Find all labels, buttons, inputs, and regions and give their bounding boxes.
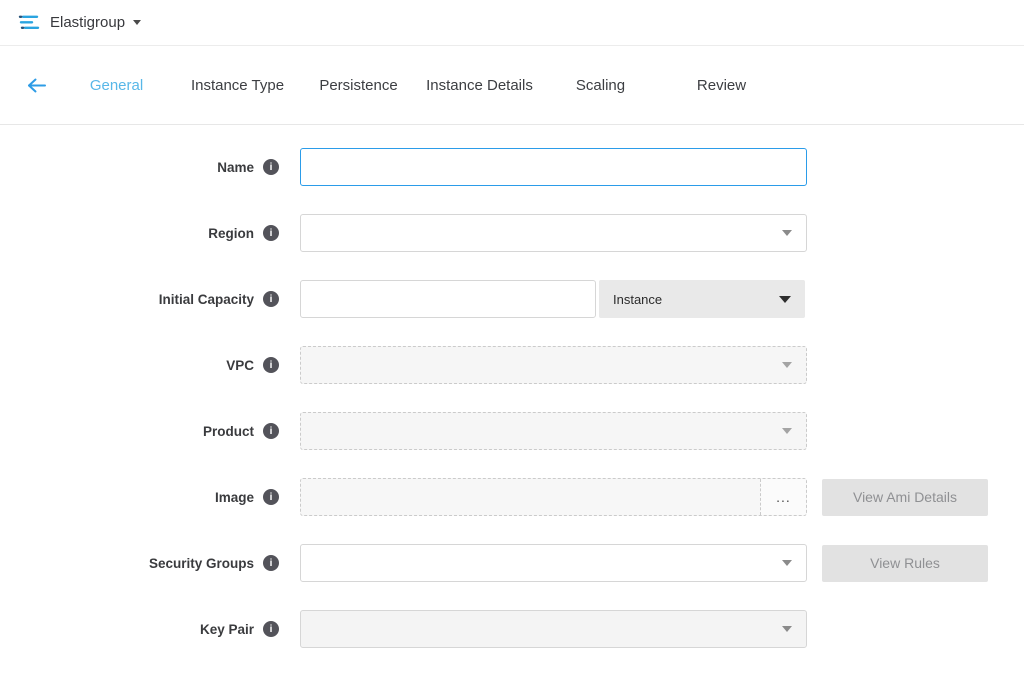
product-label: Product bbox=[203, 424, 254, 439]
vpc-label: VPC bbox=[226, 358, 254, 373]
info-icon[interactable]: i bbox=[263, 159, 279, 175]
tab-instance-details[interactable]: Instance Details bbox=[419, 77, 540, 94]
tab-review[interactable]: Review bbox=[661, 77, 782, 94]
image-browse-button[interactable]: ... bbox=[760, 479, 806, 515]
image-label: Image bbox=[215, 490, 254, 505]
info-icon[interactable]: i bbox=[263, 555, 279, 571]
tab-general[interactable]: General bbox=[56, 77, 177, 94]
info-icon[interactable]: i bbox=[263, 489, 279, 505]
elastigroup-logo-icon bbox=[18, 14, 40, 31]
form-row-initial-capacity: Initial Capacity i Instance bbox=[0, 280, 1024, 318]
chevron-down-icon bbox=[779, 296, 791, 303]
info-icon[interactable]: i bbox=[263, 423, 279, 439]
view-ami-details-button[interactable]: View Ami Details bbox=[822, 479, 988, 516]
info-icon[interactable]: i bbox=[263, 291, 279, 307]
brand-name[interactable]: Elastigroup bbox=[50, 14, 125, 31]
initial-capacity-input[interactable] bbox=[300, 280, 596, 318]
image-field: ... bbox=[300, 478, 807, 516]
form-row-image: Image i ... View Ami Details bbox=[0, 478, 1024, 516]
info-icon[interactable]: i bbox=[263, 225, 279, 241]
back-arrow-icon bbox=[26, 77, 47, 94]
chevron-down-icon bbox=[782, 230, 792, 236]
name-label: Name bbox=[217, 160, 254, 175]
general-form: Name i Region i Initial Capacity i Insta… bbox=[0, 125, 1024, 648]
wizard-tabbar: General Instance Type Persistence Instan… bbox=[0, 46, 1024, 125]
wizard-tabs: General Instance Type Persistence Instan… bbox=[56, 77, 782, 94]
name-input[interactable] bbox=[300, 148, 807, 186]
form-row-region: Region i bbox=[0, 214, 1024, 252]
form-row-vpc: VPC i bbox=[0, 346, 1024, 384]
chevron-down-icon[interactable] bbox=[133, 20, 141, 25]
security-groups-select[interactable] bbox=[300, 544, 807, 582]
info-icon[interactable]: i bbox=[263, 357, 279, 373]
form-row-name: Name i bbox=[0, 148, 1024, 186]
chevron-down-icon bbox=[782, 626, 792, 632]
topbar: Elastigroup bbox=[0, 0, 1024, 46]
back-button[interactable] bbox=[16, 65, 56, 105]
key-pair-select[interactable] bbox=[300, 610, 807, 648]
initial-capacity-label: Initial Capacity bbox=[159, 292, 254, 307]
image-input[interactable] bbox=[301, 479, 760, 515]
chevron-down-icon bbox=[782, 362, 792, 368]
tab-persistence[interactable]: Persistence bbox=[298, 77, 419, 94]
vpc-select bbox=[300, 346, 807, 384]
form-row-product: Product i bbox=[0, 412, 1024, 450]
chevron-down-icon bbox=[782, 560, 792, 566]
view-rules-button[interactable]: View Rules bbox=[822, 545, 988, 582]
form-row-key-pair: Key Pair i bbox=[0, 610, 1024, 648]
tab-scaling[interactable]: Scaling bbox=[540, 77, 661, 94]
tab-instance-type[interactable]: Instance Type bbox=[177, 77, 298, 94]
security-groups-label: Security Groups bbox=[149, 556, 254, 571]
product-select bbox=[300, 412, 807, 450]
form-row-security-groups: Security Groups i View Rules bbox=[0, 544, 1024, 582]
key-pair-label: Key Pair bbox=[200, 622, 254, 637]
info-icon[interactable]: i bbox=[263, 621, 279, 637]
capacity-unit-select[interactable]: Instance bbox=[599, 280, 805, 318]
chevron-down-icon bbox=[782, 428, 792, 434]
region-label: Region bbox=[208, 226, 254, 241]
region-select[interactable] bbox=[300, 214, 807, 252]
capacity-unit-value: Instance bbox=[613, 292, 662, 307]
